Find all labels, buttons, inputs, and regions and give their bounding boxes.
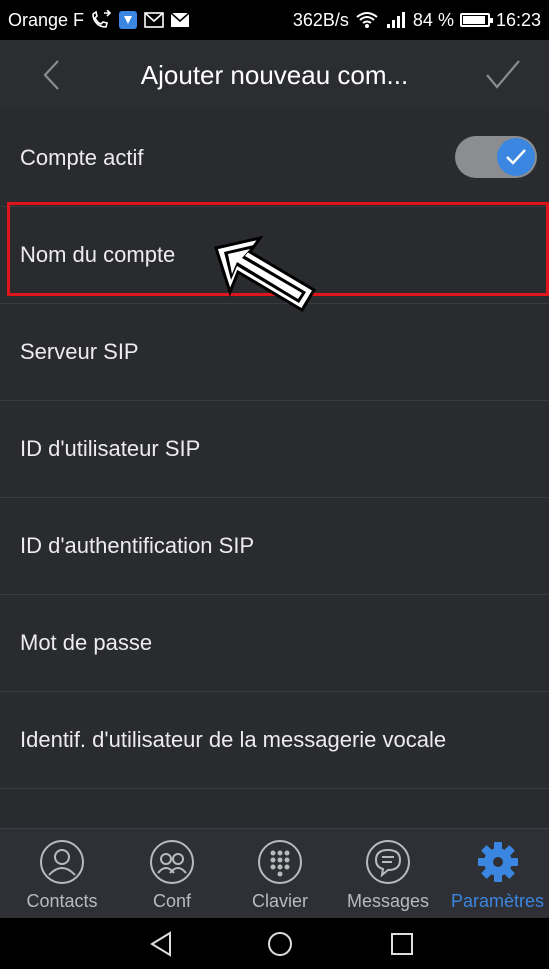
group-icon <box>149 839 195 885</box>
sip-server-row[interactable]: Serveur SIP <box>0 304 549 401</box>
bottom-nav: Contacts Conf Clavier Messages Paramètre… <box>0 828 549 918</box>
signal-icon <box>385 11 407 29</box>
sip-auth-id-row[interactable]: ID d'authentification SIP <box>0 498 549 595</box>
call-forward-icon <box>90 10 112 30</box>
voicemail-user-id-label: Identif. d'utilisateur de la messagerie … <box>20 727 447 752</box>
back-triangle-icon[interactable] <box>146 928 178 960</box>
nav-dialpad[interactable]: Clavier <box>230 829 330 919</box>
active-account-row[interactable]: Compte actif <box>0 110 549 207</box>
active-account-toggle[interactable] <box>455 136 537 178</box>
sip-user-id-label: ID d'utilisateur SIP <box>20 436 201 461</box>
dialpad-icon <box>257 839 303 885</box>
nav-settings[interactable]: Paramètres <box>446 829 549 919</box>
status-bar: Orange F 362B/s 84 % 16:23 <box>0 0 549 40</box>
sip-user-id-row[interactable]: ID d'utilisateur SIP <box>0 401 549 498</box>
password-row[interactable]: Mot de passe <box>0 595 549 692</box>
nav-messages[interactable]: Messages <box>338 829 438 919</box>
nav-label-conf: Conf <box>152 891 192 911</box>
account-name-row[interactable]: Nom du compte <box>0 207 549 304</box>
nav-label-messages: Messages <box>346 891 430 911</box>
gear-icon <box>475 839 521 885</box>
battery-percent: 84 % <box>412 9 454 30</box>
voicemail-user-id-row[interactable]: Identif. d'utilisateur de la messagerie … <box>0 692 549 789</box>
check-icon <box>497 138 535 176</box>
app-notification-icon <box>118 10 138 30</box>
sip-auth-id-label: ID d'authentification SIP <box>20 533 255 558</box>
message-icon <box>170 12 190 28</box>
nav-conf[interactable]: Conf <box>122 829 222 919</box>
mail-icon <box>144 12 164 28</box>
nav-label-parametres: Paramètres <box>450 891 545 911</box>
checkmark-icon[interactable] <box>485 58 521 92</box>
clock: 16:23 <box>495 9 541 30</box>
carrier-name: Orange F <box>8 9 85 30</box>
page-title: Ajouter nouveau com... <box>140 59 409 90</box>
nav-contacts[interactable]: Contacts <box>10 829 114 919</box>
nav-label-clavier: Clavier <box>251 891 308 911</box>
account-name-label: Nom du compte <box>20 242 176 267</box>
nav-label-contacts: Contacts <box>26 891 98 911</box>
settings-list: Compte actif Nom du compte Serveur SIP I… <box>0 110 549 828</box>
password-label: Mot de passe <box>20 630 153 655</box>
chevron-left-icon[interactable] <box>36 58 70 92</box>
recents-square-icon[interactable] <box>386 928 418 960</box>
battery-icon <box>459 13 493 27</box>
home-circle-icon[interactable] <box>264 928 296 960</box>
person-icon <box>39 839 85 885</box>
app-header: Ajouter nouveau com... <box>0 40 549 110</box>
wifi-icon <box>355 11 379 29</box>
network-speed: 362B/s <box>292 9 349 30</box>
system-nav-bar <box>0 918 549 969</box>
sip-server-label: Serveur SIP <box>20 339 139 364</box>
active-account-label: Compte actif <box>20 145 144 170</box>
chat-bubble-icon <box>365 839 411 885</box>
